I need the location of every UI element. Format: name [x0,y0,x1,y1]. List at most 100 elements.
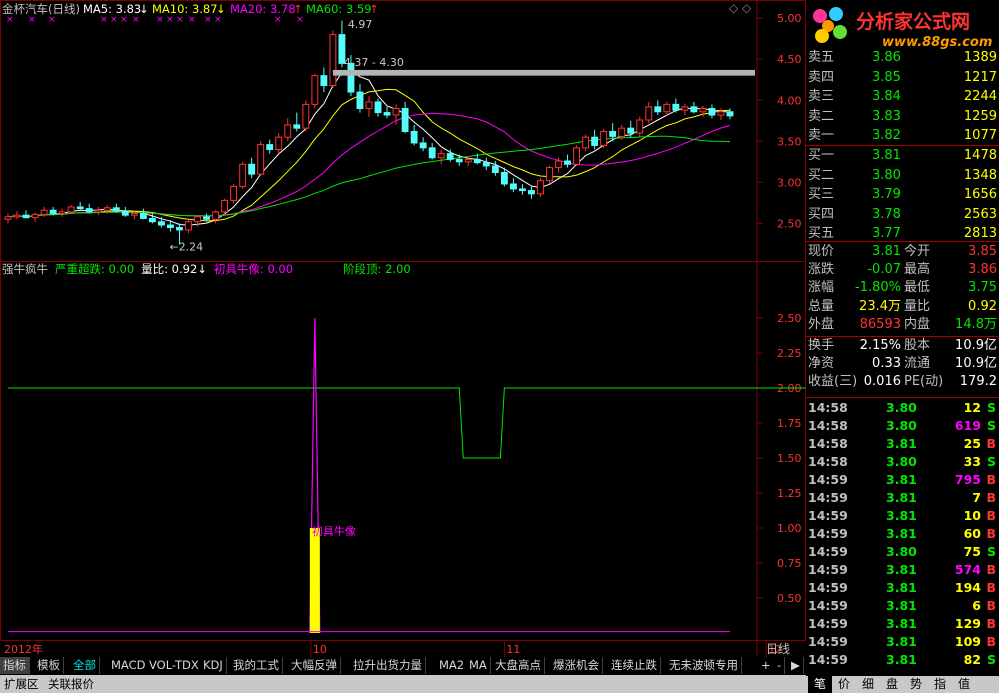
tick-panel-tab-6[interactable]: 值 [952,676,976,693]
sell-row[interactable]: 卖五 3.86 1389 [806,48,999,67]
window-diamond-icon-2[interactable]: ◇ [742,1,751,15]
low-annotation: ←2.24 [169,240,203,253]
tick-price: 3.81 [886,472,917,487]
buy-row[interactable]: 买一 3.81 1478 [806,146,999,165]
order-volume: 1656 [963,187,997,202]
tick-row: 14:59 3.81 60 B [806,525,999,543]
tick-side: B [986,436,996,451]
ticks-divider [806,397,999,398]
top-marker: × [6,15,14,25]
window-diamond-icon[interactable]: ◇ [729,1,738,15]
stat-row: 收益(三) 0.016 PE(动) 179.2 [806,373,999,391]
tick-price: 3.81 [886,508,917,523]
ma60-value: MA60: 3.59 [306,2,372,16]
stat-value: -1.80% [855,280,901,296]
tab-4[interactable]: VOL-TDX [146,657,203,674]
tick-panel-tab-0[interactable]: 笔 [808,676,832,693]
candle-body [221,199,229,213]
period-label: 日线 [766,642,790,656]
tab-2[interactable]: 全部 [70,657,100,674]
stat-value-2: 3.85 [968,244,997,259]
tab-13[interactable]: 连续止跌 [608,657,661,674]
tick-volume: 82 [963,652,981,667]
stat-row: 总量 23.4万 量比 0.92 [806,298,999,316]
candle-body [690,106,698,113]
tick-panel-tab-2[interactable]: 细 [856,676,880,693]
tab-10[interactable]: MA [466,657,491,674]
stat-value-2: 0.92 [968,298,997,314]
candle-body [257,144,265,175]
sell-row[interactable]: 卖二 3.83 1259 [806,107,999,126]
buy-row[interactable]: 买三 3.79 1656 [806,185,999,204]
zoom-out-icon[interactable]: - [774,657,786,674]
tab-11[interactable]: 大盘高点 [492,657,545,674]
tab-1[interactable]: 模板 [34,657,64,674]
stat-value: -0.07 [867,262,901,278]
tab-8[interactable]: 拉升出货力量 [350,657,426,674]
chart-frame [0,0,806,641]
candle-body [383,112,391,116]
tick-time: 14:58 [808,418,848,433]
indicator-f3: 初具牛像: 0.00 [213,262,294,276]
stat-value: 0.016 [863,374,901,390]
tab-3[interactable]: MACD [108,657,150,674]
bottom-tab-0[interactable]: 扩展区 [0,675,43,693]
chart-canvas[interactable]: 5.00 4.50 4.00 3.50 3.00 2.50 4.37 - 4.30 4.97 ←… [0,0,806,657]
order-price: 3.85 [872,69,901,85]
site-logo: 分析家公式网 www.88gs.com [813,7,992,50]
tab-12[interactable]: 爆涨机会 [550,657,603,674]
ma5-value: MA5: 3.83 [83,2,142,16]
buy-row[interactable]: 买四 3.78 2563 [806,205,999,224]
candle-body [148,217,156,223]
order-price: 3.78 [872,206,901,222]
scroll-right-icon[interactable]: ▶ [788,657,804,674]
stat-value-2: 14.8万 [955,316,997,332]
tab-9[interactable]: MA2 [436,657,469,674]
candle-body [40,209,48,215]
candle-body [329,34,337,87]
tick-side: B [986,562,996,577]
tab-14[interactable]: 无未波顿专用 [666,657,742,674]
order-label: 卖二 [808,108,835,124]
tick-panel-tab-4[interactable]: 势 [904,676,928,693]
tick-volume: 7 [972,490,981,505]
tick-volume: 129 [954,616,981,631]
candle-body [500,171,508,185]
tick-panel-tab-1[interactable]: 价 [832,676,856,693]
tick-volume: 60 [963,526,981,541]
tab-0[interactable]: 指标 [0,657,30,674]
tick-row: 14:59 3.81 109 B [806,633,999,651]
order-label: 卖一 [808,128,835,143]
buy-row[interactable]: 买二 3.80 1348 [806,166,999,185]
tab-6[interactable]: 我的工式 [230,657,283,674]
tick-time: 14:59 [808,472,848,487]
order-volume: 1077 [963,128,997,143]
tick-panel-tab-3[interactable]: 盘 [880,676,904,693]
stat-value-2: 10.9亿 [955,356,997,372]
top-marker: × [204,15,212,25]
candle-body [112,207,120,212]
top-marker: × [274,15,282,25]
tick-price: 3.81 [886,634,917,649]
order-price: 3.79 [872,187,901,202]
candle-body [717,111,725,116]
bottom-tab-1[interactable]: 关联报价 [44,675,98,693]
tick-panel-tab-5[interactable]: 指 [928,676,952,693]
candle-body [726,111,734,117]
tab-7[interactable]: 大幅反弹 [288,657,341,674]
sell-row[interactable]: 卖一 3.82 1077 [806,126,999,145]
candle-body [491,165,499,173]
stat-label-2: 今开 [904,244,931,259]
candle-body [455,158,463,163]
candle-body [708,107,716,116]
top-marker: × [28,15,36,25]
tab-5[interactable]: KDJ [200,657,227,674]
candle-body [446,153,454,160]
candle-body [555,160,562,169]
tick-time: 14:58 [808,454,848,469]
zoom-in-icon[interactable]: + [758,657,775,674]
sell-row[interactable]: 卖四 3.85 1217 [806,68,999,87]
tick-side: B [986,526,996,541]
sell-row[interactable]: 卖三 3.84 2244 [806,87,999,106]
stat-row: 涨幅 -1.80% 最低 3.75 [806,279,999,297]
